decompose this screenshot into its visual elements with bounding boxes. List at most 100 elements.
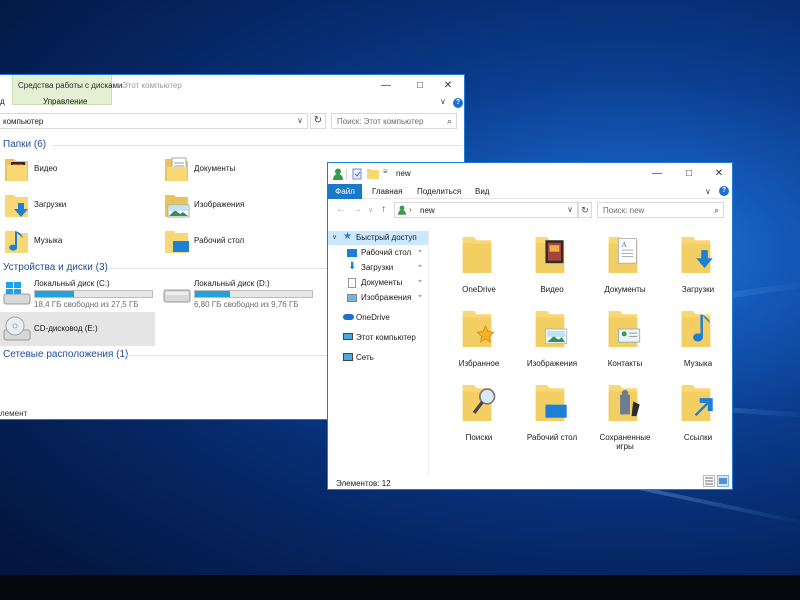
large-icons-view-button[interactable] [717, 475, 729, 487]
folder-item-music[interactable]: Музыка [663, 305, 732, 375]
close-button[interactable]: ✕ [702, 163, 732, 184]
breadcrumb-separator-icon[interactable]: › [409, 205, 412, 214]
documents-folder-icon [165, 157, 188, 181]
address-text: компьютер [3, 117, 44, 126]
nav-item-quick-access[interactable]: ∨ ★ Быстрый доступ [328, 231, 428, 245]
tab-manage[interactable]: Управление [43, 97, 87, 106]
windows-drive-icon [3, 282, 31, 305]
folder-item-pictures[interactable]: Изображения [517, 305, 587, 375]
nav-item-onedrive[interactable]: OneDrive [328, 311, 428, 325]
folder-label: Изображения [194, 200, 245, 209]
folder-item-contacts[interactable]: Контакты [590, 305, 660, 375]
folder-label: Видео [34, 164, 58, 173]
tab-partial[interactable]: д [0, 97, 5, 106]
search-icon: ⌕ [446, 116, 452, 126]
forward-arrow-icon[interactable]: → [352, 204, 362, 215]
folder-item-documents[interactable]: Документы [164, 155, 294, 185]
minimize-button[interactable]: — [369, 75, 403, 97]
nav-item-documents[interactable]: Документы ⌖ [347, 276, 427, 290]
refresh-icon[interactable]: ↻ [578, 202, 592, 218]
folder-item-favorites[interactable]: Избранное [444, 305, 514, 375]
downloads-icon: ⬇ [348, 261, 357, 272]
search-box[interactable]: Поиск: new ⌕ [597, 202, 724, 218]
item-label: Избранное [458, 359, 500, 368]
tab-share[interactable]: Поделиться [410, 184, 468, 199]
item-label: Загрузки [681, 285, 715, 294]
close-button[interactable]: ✕ [431, 75, 464, 97]
pin-icon[interactable]: ⌖ [418, 278, 422, 286]
details-view-button[interactable] [703, 475, 715, 487]
address-dropdown-icon[interactable]: ∨ [297, 116, 303, 125]
group-header-folders[interactable]: Папки (6) [3, 139, 46, 150]
address-bar[interactable]: компьютер ∨ [0, 113, 308, 129]
address-bar[interactable]: › new ∨ [394, 202, 578, 218]
qat-dropdown-icon[interactable]: ≡ [383, 167, 388, 176]
tab-file[interactable]: Файл [328, 184, 362, 199]
group-header-drives[interactable]: Устройства и диски (3) [3, 262, 108, 273]
nav-item-pictures[interactable]: Изображения ⌖ [347, 291, 427, 305]
item-label: Сохраненные игры [599, 433, 651, 451]
search-icon: ⌕ [713, 205, 719, 215]
folder-item-links[interactable]: Ссылки [663, 379, 732, 449]
drive-e-selected[interactable]: CD-дисковод (E:) [0, 312, 155, 346]
item-label: Изображения [526, 359, 578, 368]
folder-item-downloads[interactable]: Загрузки [663, 231, 732, 301]
pin-icon[interactable]: ⌖ [418, 263, 422, 271]
folder-item-video[interactable]: Видео [4, 155, 134, 185]
minimize-button[interactable]: — [640, 163, 674, 184]
ribbon-context-drive-tools[interactable]: Средства работы с дисками Управление [12, 75, 123, 106]
folder-item-video[interactable]: Видео [517, 231, 587, 301]
tab-home[interactable]: Главная [365, 184, 409, 199]
folder-label: Загрузки [34, 200, 67, 209]
recent-locations-icon[interactable]: ∨ [368, 206, 373, 214]
search-box[interactable]: Поиск: Этот компьютер ⌕ [331, 113, 457, 129]
pin-icon[interactable]: ⌖ [418, 293, 422, 301]
group-header-network[interactable]: Сетевые расположения (1) [3, 349, 128, 360]
item-label: Документы [604, 285, 646, 294]
drive-c[interactable]: Локальный диск (C:) 18,4 ГБ свободно из … [0, 278, 160, 312]
folder-item-documents[interactable]: A Документы [590, 231, 660, 301]
drive-d[interactable]: Локальный диск (D:) 6,80 ГБ свободно из … [160, 278, 320, 312]
expand-arrow-icon[interactable]: ∨ [332, 233, 337, 241]
folder-label: Документы [194, 164, 236, 173]
nav-item-network[interactable]: Сеть [328, 351, 428, 365]
navigation-pane: ∨ ★ Быстрый доступ Рабочий стол ⌖ ⬇ Загр… [328, 227, 429, 475]
maximize-button[interactable]: □ [672, 163, 706, 184]
favorites-folder-icon [462, 311, 495, 347]
refresh-icon[interactable]: ↻ [310, 113, 326, 129]
user-icon [398, 205, 406, 215]
folder-item-saved-games[interactable]: Сохраненные игры [590, 379, 660, 451]
nav-item-desktop[interactable]: Рабочий стол ⌖ [347, 246, 427, 260]
up-arrow-icon[interactable]: ↑ [381, 204, 386, 215]
folder-item-desktop[interactable]: Рабочий стол [517, 379, 587, 449]
item-label: Музыка [683, 359, 713, 368]
group-divider [52, 145, 462, 146]
nav-label: Быстрый доступ [356, 233, 417, 242]
tab-view[interactable]: Вид [468, 184, 496, 199]
user-icon[interactable] [333, 168, 343, 180]
nav-label: Изображения [361, 293, 412, 302]
help-icon[interactable]: ? [719, 186, 729, 196]
folder-item-desktop[interactable]: Рабочий стол [164, 227, 294, 257]
cd-drive-icon [3, 316, 31, 341]
folder-item-downloads[interactable]: Загрузки [4, 191, 134, 221]
ribbon-expand-chevron-icon[interactable]: ∨ [705, 187, 711, 196]
folder-item-music[interactable]: Музыка [4, 227, 134, 257]
properties-icon[interactable] [352, 168, 362, 180]
ribbon-expand-chevron-icon[interactable]: ∨ [440, 97, 446, 106]
item-label: Рабочий стол [526, 433, 578, 442]
item-label: Поиски [465, 433, 493, 442]
nav-item-this-pc[interactable]: Этот компьютер [328, 331, 428, 345]
contacts-folder-icon [608, 311, 641, 347]
help-icon[interactable]: ? [453, 98, 463, 108]
nav-label: Документы [361, 278, 403, 287]
folder-item-pictures[interactable]: Изображения [164, 191, 294, 221]
address-dropdown-icon[interactable]: ∨ [567, 205, 573, 214]
pin-icon[interactable]: ⌖ [418, 248, 422, 256]
folder-item-onedrive[interactable]: OneDrive [444, 231, 514, 301]
new-folder-icon[interactable] [367, 168, 379, 179]
nav-item-downloads[interactable]: ⬇ Загрузки ⌖ [347, 261, 427, 275]
network-icon [343, 353, 353, 361]
back-arrow-icon[interactable]: ← [336, 204, 346, 215]
folder-item-searches[interactable]: Поиски [444, 379, 514, 449]
